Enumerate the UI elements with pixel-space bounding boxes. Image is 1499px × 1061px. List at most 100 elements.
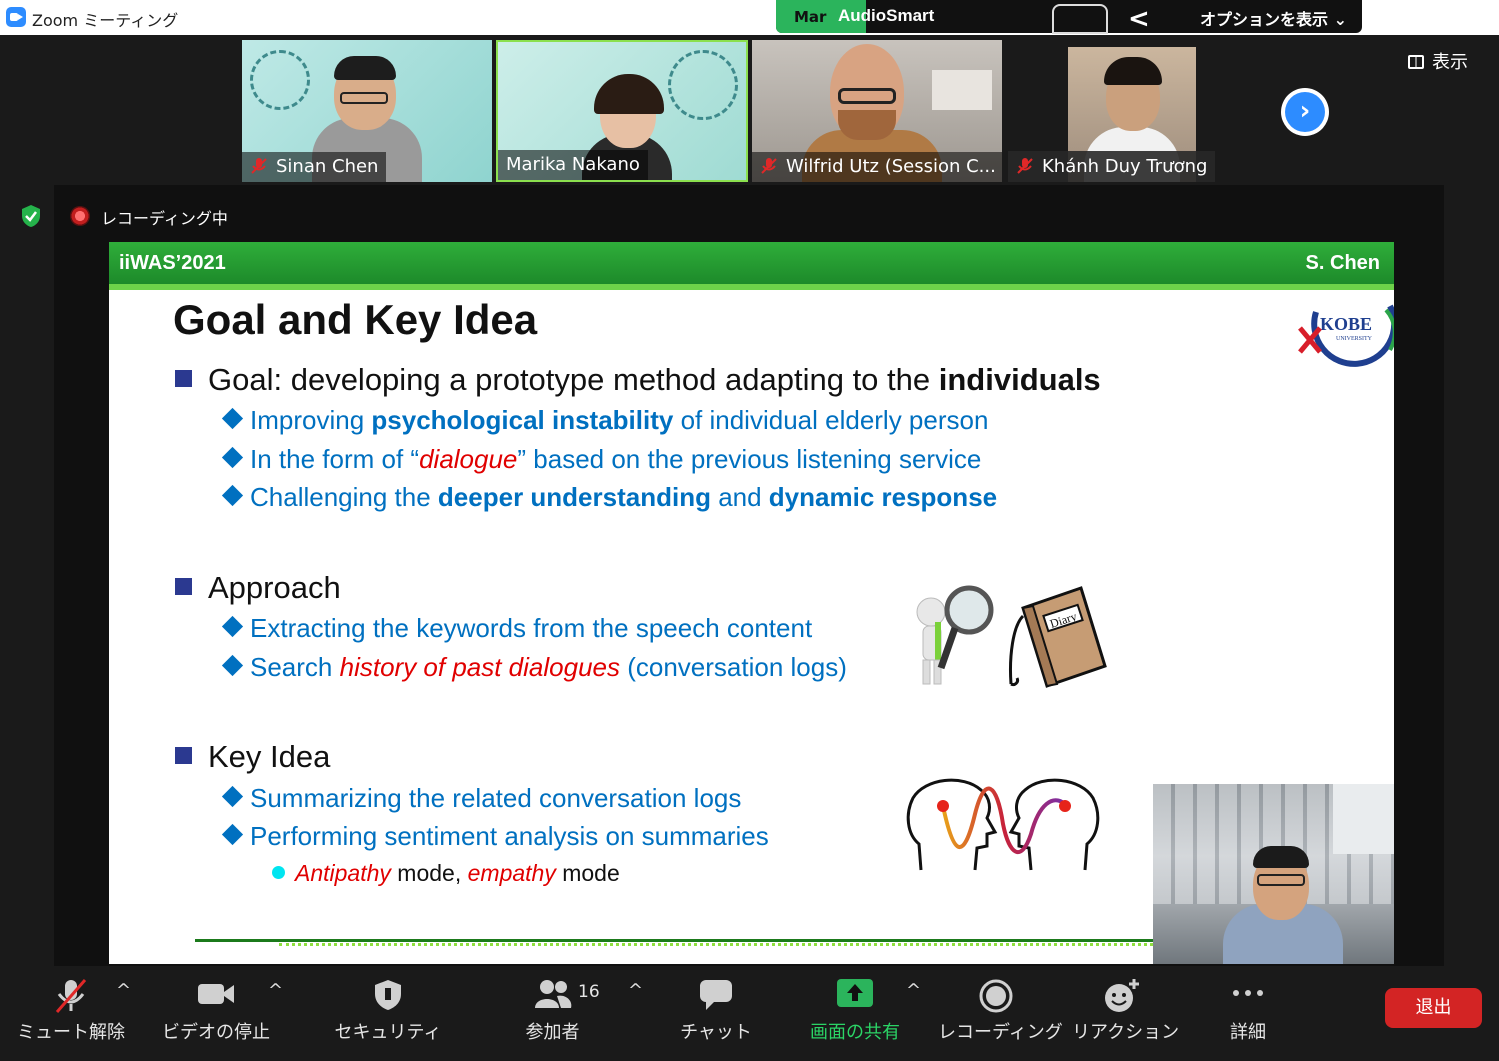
mode-text: mode [555,860,620,886]
participants-label: 参加者 [525,1022,580,1043]
share-screen-icon [837,979,873,1007]
participants-chevron-icon[interactable]: ^ [628,980,643,1001]
video-options-chevron-icon[interactable]: ^ [268,980,283,1001]
footer-line [195,939,1155,942]
participant-tile[interactable]: Sinan Chen [242,40,492,182]
unmute-button[interactable]: ミュート解除 [16,966,126,1061]
participant-name-bar: Marika Nakano [498,150,648,180]
diamond-bullet-icon [221,823,244,846]
more-button[interactable]: 詳細 [1206,966,1290,1061]
reactions-button[interactable]: リアクション [1072,966,1180,1061]
participant-tile-active-speaker[interactable]: Marika Nakano [496,40,748,182]
recording-status: レコーディング中 [101,209,228,228]
sharer-name: Mar [794,8,827,26]
sub-text: Performing sentiment analysis on summari… [250,821,769,851]
security-button[interactable]: セキュリティ [333,966,443,1061]
background-wall [1333,784,1394,854]
participants-button[interactable]: 参加者 [505,966,600,1061]
slide-header: iiWAS’2021 S. Chen [109,242,1394,284]
goal-bold: individuals [938,362,1101,397]
sub-text: (conversation logs) [620,652,847,682]
view-button[interactable]: 表示 [1408,48,1468,74]
mode-text: mode, [390,860,468,886]
diamond-bullet-icon [221,446,244,469]
sub-italic-red: history of past dialogues [339,652,620,682]
participant-name: Khánh Duy Trương [1042,156,1208,177]
diary-book-illustration: Diary [1009,586,1107,688]
muted-mic-icon [251,158,267,174]
share-options-chevron-icon[interactable]: ^ [906,980,921,1001]
back-arrow-icon[interactable]: < [1128,4,1150,34]
goal-text: Goal: developing a prototype method adap… [208,362,939,397]
slide-title: Goal and Key Idea [173,296,538,343]
window-title: Zoom ミーティング [32,11,179,30]
more-label: 詳細 [1230,1022,1266,1043]
sub-text: In the form of “ [250,444,420,474]
stop-video-button[interactable]: ビデオの停止 [158,966,274,1061]
record-icon [979,979,1013,1013]
square-bullet-icon [175,578,192,595]
sharing-toolbar: Mar AudioSmart < オプションを表示 ⌄ [776,0,1362,34]
view-options-button[interactable]: オプションを表示 ⌄ [1200,6,1347,30]
share-screen-label: 画面の共有 [810,1022,900,1043]
sub-bullet: Search history of past dialogues (conver… [221,652,847,683]
bullet-approach: Approach [175,570,341,606]
chat-button[interactable]: チャット [668,966,764,1061]
zoom-window: Zoom ミーティング Mar AudioSmart < オプションを表示 ⌄ … [0,0,1499,1061]
security-shield-icon[interactable] [20,204,42,228]
background-decoration [668,50,738,120]
participant-tile[interactable]: Wilfrid Utz (Session C... [752,40,1002,182]
meeting-toolbar: ミュート解除 ^ ビデオの停止 ^ セキュリティ 参加者 ^ チャット 画面の共… [0,966,1499,1061]
record-button[interactable]: レコーディング [938,966,1063,1061]
sub-text: Challenging the [250,482,438,512]
sub-italic-red: dialogue [419,444,518,474]
diamond-bullet-icon [221,654,244,677]
video-camera-icon [198,984,234,1004]
participant-count: 16 [578,982,600,1002]
mode-empathy: empathy [467,860,556,886]
muted-mic-icon [55,979,87,1013]
square-bullet-icon [175,370,192,387]
shield-icon [375,980,401,1010]
sub-text: of individual elderly person [673,405,989,435]
next-page-button[interactable]: › [1281,88,1329,136]
shared-app-name: AudioSmart [838,6,935,25]
diamond-bullet-icon [221,615,244,638]
chat-label: チャット [680,1022,752,1043]
circle-bullet-icon [272,866,285,879]
self-view-video[interactable] [1153,784,1394,964]
participant-name: Wilfrid Utz (Session C... [786,156,996,177]
sub-bold: psychological instability [371,405,674,435]
unmute-label: ミュート解除 [17,1022,125,1043]
bullet-goal: Goal: developing a prototype method adap… [175,362,1101,398]
zoom-logo-icon [6,7,26,27]
svg-text:UNIVERSITY: UNIVERSITY [1336,336,1373,342]
kobe-university-logo: KOBE UNIVERSITY [1298,304,1394,367]
sub-bold: dynamic response [768,482,998,512]
bullet-key-idea: Key Idea [175,739,330,775]
sub-text: Extracting the keywords from the speech … [250,613,813,643]
two-heads-illustration [906,778,1100,871]
chevron-right-icon: › [1285,92,1325,132]
muted-mic-icon [1017,158,1033,174]
emoji-plus-icon [1105,979,1139,1012]
muted-mic-icon [761,158,777,174]
sub-bullet: Extracting the keywords from the speech … [221,613,813,644]
audio-options-chevron-icon[interactable]: ^ [116,980,131,1001]
sub-text: Summarizing the related conversation log… [250,783,742,813]
reactions-label: リアクション [1072,1022,1180,1043]
participant-name-bar: Wilfrid Utz (Session C... [752,152,1002,182]
square-bullet-icon [175,747,192,764]
participants-icon [534,980,571,1008]
view-label: 表示 [1432,52,1468,73]
sub-bullet: Improving psychological instability of i… [221,405,989,436]
conference-name: iiWAS’2021 [119,252,226,274]
recording-dot-icon [70,206,90,226]
leave-meeting-button[interactable]: 退出 [1385,988,1482,1028]
gallery-grid-icon [1408,55,1424,69]
record-label: レコーディング [938,1022,1063,1043]
sub-sub-bullet: Antipathy mode, empathy mode [272,860,620,887]
share-screen-button[interactable]: 画面の共有 [800,966,910,1061]
window-frame-icon[interactable] [1052,4,1108,34]
approach-text: Approach [208,570,341,605]
